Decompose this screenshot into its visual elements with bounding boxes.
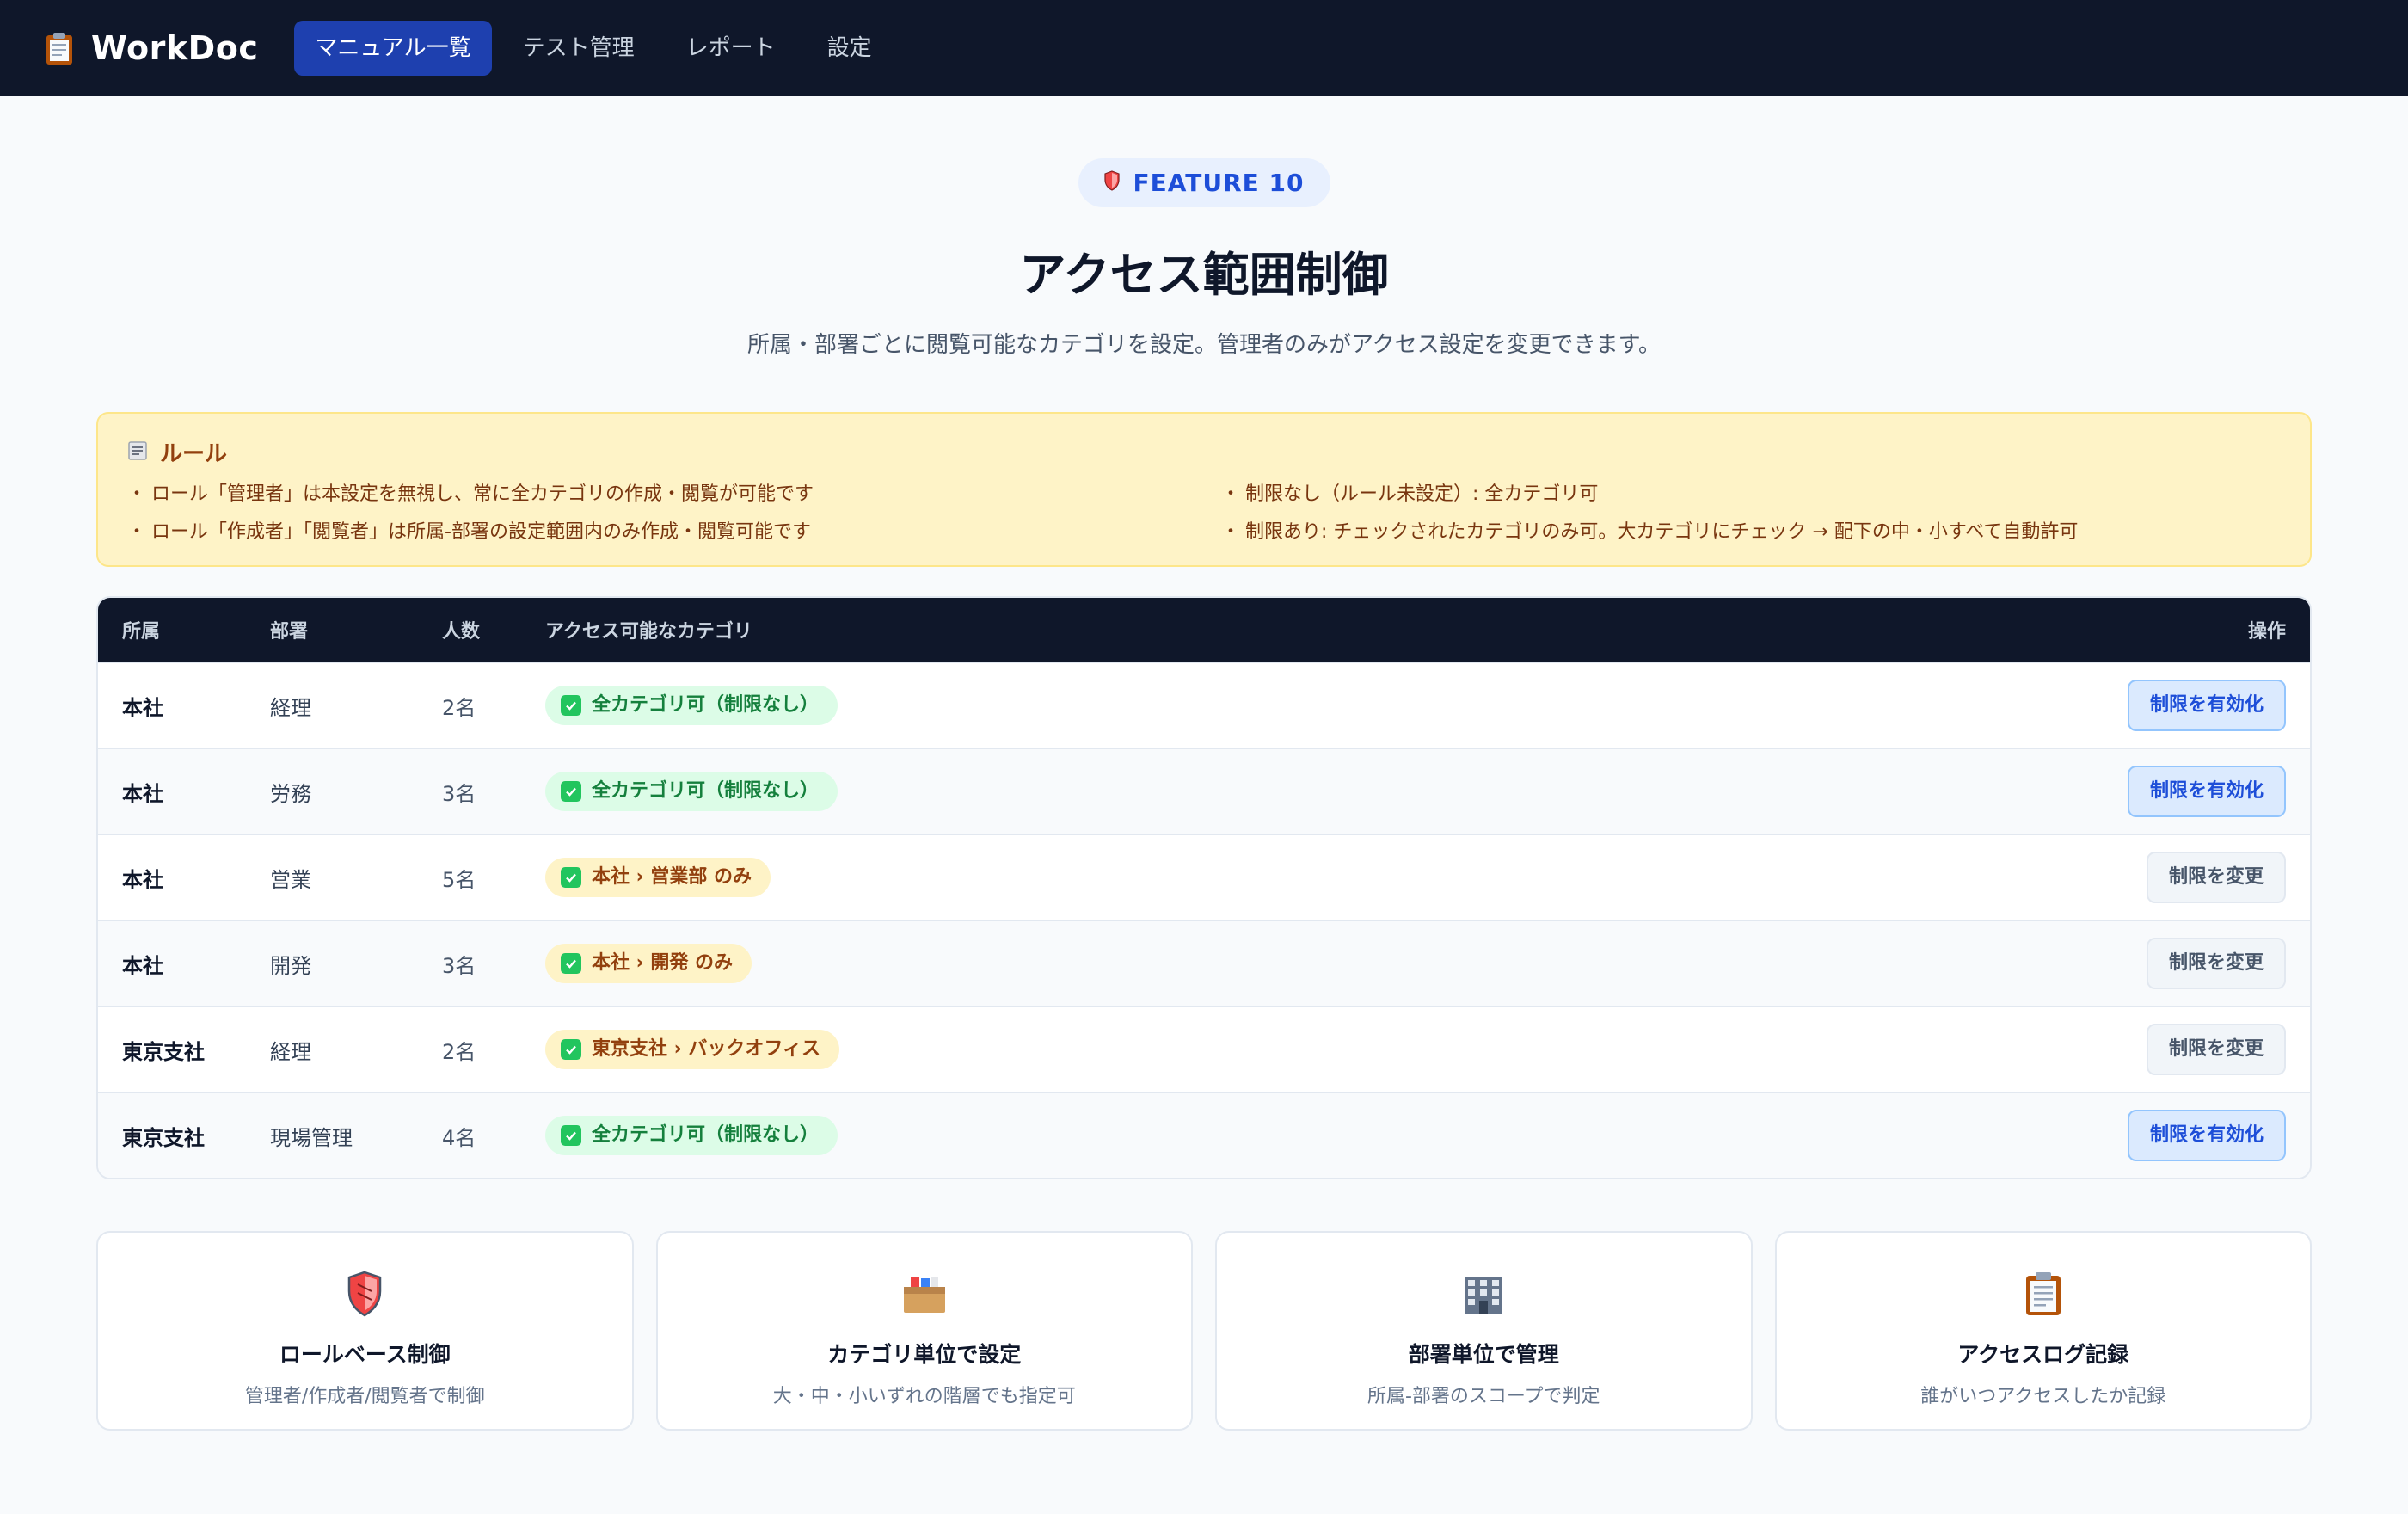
cell-affiliation: 東京支社 bbox=[122, 1039, 205, 1064]
table-row: 本社 開発 3名 本社 › 開発 のみ 制限を変更 bbox=[98, 920, 2310, 1006]
check-mark-icon bbox=[561, 867, 581, 888]
category-label: 本社 › 開発 のみ bbox=[592, 952, 734, 974]
cell-department: 現場管理 bbox=[270, 1125, 353, 1150]
table-row: 本社 労務 3名 全カテゴリ可（制限なし） 制限を有効化 bbox=[98, 748, 2310, 834]
enable-restriction-button[interactable]: 制限を有効化 bbox=[2127, 680, 2286, 731]
cell-count: 3名 bbox=[442, 781, 476, 806]
header-categories: アクセス可能なカテゴリ bbox=[545, 621, 752, 643]
header-department: 部署 bbox=[270, 621, 309, 643]
header-count: 人数 bbox=[442, 621, 481, 643]
cell-affiliation: 本社 bbox=[122, 953, 163, 978]
clipboard-icon bbox=[45, 31, 74, 65]
feature-desc: 大・中・小いずれの階層でも指定可 bbox=[772, 1386, 1076, 1407]
cell-department: 営業 bbox=[270, 867, 311, 892]
feature-cards: ロールベース制御 管理者/作成者/閲覧者で制御 カテゴリ単位で設定 大・中・小い… bbox=[96, 1231, 2312, 1431]
check-mark-icon bbox=[561, 1125, 581, 1146]
cell-count: 2名 bbox=[442, 1039, 476, 1064]
category-label: 東京支社 › バックオフィス bbox=[592, 1038, 820, 1060]
feature-card: ロールベース制御 管理者/作成者/閲覧者で制御 bbox=[96, 1231, 634, 1431]
cell-department: 開発 bbox=[270, 953, 311, 978]
category-badge: 全カテゴリ可（制限なし） bbox=[545, 686, 838, 725]
category-badge: 本社 › 開発 のみ bbox=[545, 944, 752, 983]
change-restriction-button[interactable]: 制限を変更 bbox=[2146, 938, 2286, 989]
cell-department: 経理 bbox=[270, 695, 311, 720]
feature-desc: 誰がいつアクセスしたか記録 bbox=[1920, 1386, 2166, 1407]
top-nav-bar: WorkDoc マニュアル一覧 テスト管理 レポート 設定 bbox=[0, 0, 2408, 96]
shield-icon bbox=[1103, 169, 1120, 197]
feature-desc: 所属-部署のスコープで判定 bbox=[1367, 1386, 1600, 1407]
brand[interactable]: WorkDoc bbox=[45, 29, 258, 67]
table-row: 本社 経理 2名 全カテゴリ可（制限なし） 制限を有効化 bbox=[98, 662, 2310, 748]
category-badge: 本社 › 営業部 のみ bbox=[545, 858, 771, 897]
enable-restriction-button[interactable]: 制限を有効化 bbox=[2127, 766, 2286, 817]
feature-title: ロールベース制御 bbox=[279, 1342, 451, 1367]
header-affiliation: 所属 bbox=[122, 621, 161, 643]
page-subtitle: 所属・部署ごとに閲覧可能なカテゴリを設定。管理者のみがアクセス設定を変更できます… bbox=[746, 332, 1662, 358]
feature-title: カテゴリ単位で設定 bbox=[827, 1342, 1022, 1367]
rule-item: ロール「管理者」は本設定を無視し、常に全カテゴリの作成・閲覧が可能です bbox=[127, 482, 1187, 508]
feature-desc: 管理者/作成者/閲覧者で制御 bbox=[244, 1386, 485, 1407]
cell-department: 労務 bbox=[270, 781, 311, 806]
check-mark-icon bbox=[561, 695, 581, 716]
cell-count: 2名 bbox=[442, 695, 476, 720]
hero: FEATURE 10 アクセス範囲制御 所属・部署ごとに閲覧可能なカテゴリを設定… bbox=[0, 96, 2408, 359]
nav-settings[interactable]: 設定 bbox=[807, 21, 893, 76]
cell-affiliation: 本社 bbox=[122, 695, 163, 720]
category-label: 全カテゴリ可（制限なし） bbox=[592, 1124, 820, 1146]
office-building-icon bbox=[1461, 1269, 1506, 1319]
rules-title: ルール bbox=[160, 441, 228, 467]
feature-card: アクセスログ記録 誰がいつアクセスしたか記録 bbox=[1774, 1231, 2312, 1431]
check-mark-icon bbox=[561, 953, 581, 974]
header-actions: 操作 bbox=[2247, 621, 2286, 643]
memo-icon bbox=[127, 440, 148, 465]
rules-box: ルール ロール「管理者」は本設定を無視し、常に全カテゴリの作成・閲覧が可能です … bbox=[96, 412, 2312, 567]
page-title: アクセス範囲制御 bbox=[1019, 248, 1389, 302]
table-row: 本社 営業 5名 本社 › 営業部 のみ 制限を変更 bbox=[98, 834, 2310, 920]
table-row: 東京支社 現場管理 4名 全カテゴリ可（制限なし） 制限を有効化 bbox=[98, 1092, 2310, 1178]
cell-affiliation: 本社 bbox=[122, 781, 163, 806]
category-label: 全カテゴリ可（制限なし） bbox=[592, 694, 820, 716]
cell-affiliation: 東京支社 bbox=[122, 1125, 205, 1150]
cell-count: 5名 bbox=[442, 867, 476, 892]
nav-test-management[interactable]: テスト管理 bbox=[502, 21, 655, 76]
card-file-box-icon bbox=[902, 1269, 947, 1319]
feature-title: アクセスログ記録 bbox=[1957, 1342, 2129, 1367]
feature-title: 部署単位で管理 bbox=[1408, 1342, 1559, 1367]
nav-manual-list[interactable]: マニュアル一覧 bbox=[294, 21, 492, 76]
category-badge: 全カテゴリ可（制限なし） bbox=[545, 772, 838, 811]
table-header: 所属 部署 人数 アクセス可能なカテゴリ 操作 bbox=[98, 598, 2310, 662]
feature-badge-label: FEATURE 10 bbox=[1133, 169, 1305, 197]
cell-count: 3名 bbox=[442, 953, 476, 978]
shield-icon bbox=[347, 1269, 382, 1319]
clipboard-icon bbox=[2024, 1269, 2063, 1319]
enable-restriction-button[interactable]: 制限を有効化 bbox=[2127, 1110, 2286, 1161]
change-restriction-button[interactable]: 制限を変更 bbox=[2146, 852, 2286, 903]
feature-card: カテゴリ単位で設定 大・中・小いずれの階層でも指定可 bbox=[655, 1231, 1193, 1431]
rule-item: 制限なし（ルール未設定）: 全カテゴリ可 bbox=[1221, 482, 2281, 508]
cell-affiliation: 本社 bbox=[122, 867, 163, 892]
access-table: 所属 部署 人数 アクセス可能なカテゴリ 操作 本社 経理 2名 全カテゴリ可（… bbox=[96, 596, 2312, 1179]
rule-item: 制限あり: チェックされたカテゴリのみ可。大カテゴリにチェック → 配下の中・小… bbox=[1221, 520, 2281, 545]
feature-card: 部署単位で管理 所属-部署のスコープで判定 bbox=[1215, 1231, 1753, 1431]
category-badge: 東京支社 › バックオフィス bbox=[545, 1030, 839, 1069]
check-mark-icon bbox=[561, 781, 581, 802]
change-restriction-button[interactable]: 制限を変更 bbox=[2146, 1024, 2286, 1075]
category-badge: 全カテゴリ可（制限なし） bbox=[545, 1116, 838, 1155]
rule-item: ロール「作成者」「閲覧者」は所属-部署の設定範囲内のみ作成・閲覧可能です bbox=[127, 520, 1187, 545]
category-label: 本社 › 営業部 のみ bbox=[592, 866, 752, 888]
cell-department: 経理 bbox=[270, 1039, 311, 1064]
feature-badge: FEATURE 10 bbox=[1078, 158, 1330, 207]
nav-reports[interactable]: レポート bbox=[666, 21, 796, 76]
main-nav: マニュアル一覧 テスト管理 レポート 設定 bbox=[294, 21, 892, 76]
table-row: 東京支社 経理 2名 東京支社 › バックオフィス 制限を変更 bbox=[98, 1006, 2310, 1092]
cell-count: 4名 bbox=[442, 1125, 476, 1150]
check-mark-icon bbox=[561, 1039, 581, 1060]
category-label: 全カテゴリ可（制限なし） bbox=[592, 780, 820, 802]
app-name: WorkDoc bbox=[91, 29, 259, 67]
